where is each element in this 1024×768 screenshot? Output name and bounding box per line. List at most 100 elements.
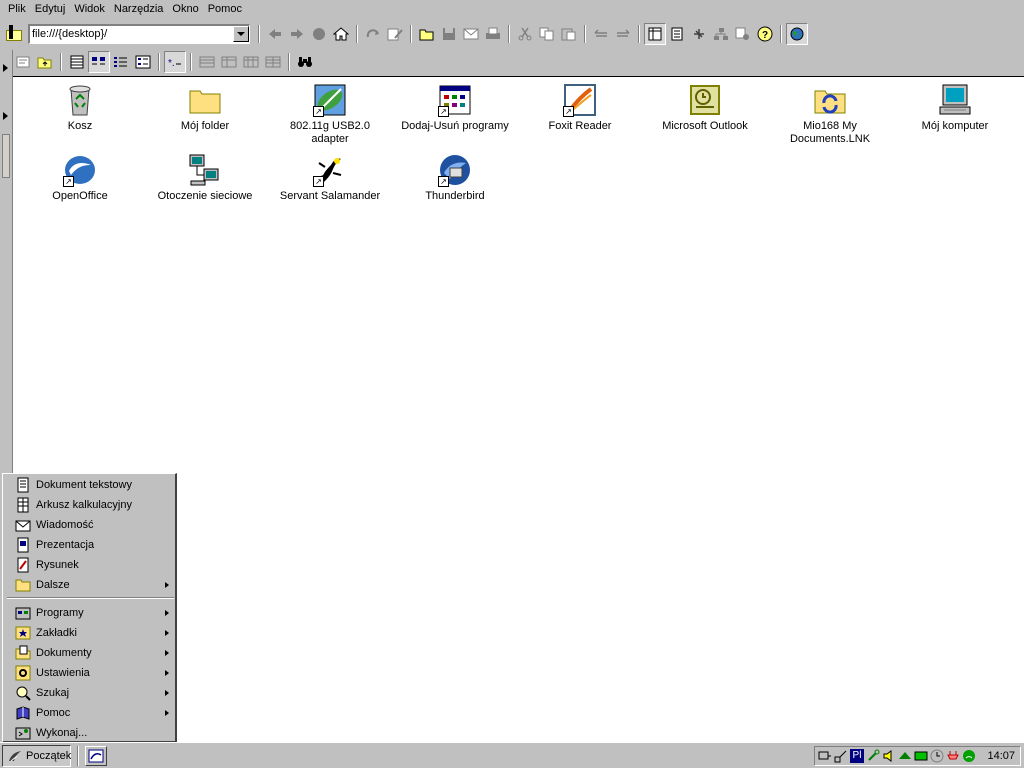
desktop-icon-foxit-reader[interactable]: ↗ Foxit Reader	[525, 79, 635, 133]
edit-button[interactable]	[384, 23, 406, 45]
start-menu-spreadsheet[interactable]: Arkusz kalkulacyjny	[15, 495, 175, 515]
menu-help[interactable]: Pomoc	[204, 1, 246, 18]
expand-arrow-icon[interactable]	[3, 112, 8, 120]
undo-button[interactable]	[590, 23, 612, 45]
network-tray-icon[interactable]	[818, 749, 832, 763]
plug-tray-icon[interactable]	[946, 749, 960, 763]
details-view-button[interactable]	[66, 51, 88, 73]
volume-tray-icon[interactable]	[882, 749, 896, 763]
start-menu-bookmarks[interactable]: Zakładki	[15, 623, 175, 643]
desktop-icon-my-folder[interactable]: Mój folder	[150, 79, 260, 133]
columns-button-2[interactable]	[218, 51, 240, 73]
list-view-button[interactable]	[110, 51, 132, 73]
quick-launch-button[interactable]	[85, 746, 107, 766]
forward-button[interactable]	[286, 23, 308, 45]
up-folder-button[interactable]	[34, 51, 56, 73]
start-menu-settings[interactable]: Ustawienia	[15, 663, 175, 683]
desktop-icon-openoffice[interactable]: ↗ OpenOffice	[25, 149, 135, 203]
connection-tray-icon[interactable]	[834, 749, 848, 763]
toolbar-separator	[60, 52, 62, 71]
back-button[interactable]	[264, 23, 286, 45]
menu-item-label: Dokument tekstowy	[36, 479, 132, 491]
clock-tray-icon[interactable]	[930, 749, 944, 763]
cols2-icon	[221, 56, 237, 67]
start-menu-text-document[interactable]: Dokument tekstowy	[15, 475, 175, 495]
save-button[interactable]	[438, 23, 460, 45]
home-button[interactable]	[330, 23, 352, 45]
columns-button-1[interactable]	[196, 51, 218, 73]
icons-view-button[interactable]	[88, 50, 110, 73]
menu-tools[interactable]: Narzędzia	[110, 1, 168, 18]
menu-view[interactable]: Widok	[70, 1, 109, 18]
columns-button-3[interactable]	[240, 51, 262, 73]
wrench-tray-icon[interactable]	[866, 749, 880, 763]
start-menu-presentation[interactable]: Prezentacja	[15, 535, 175, 555]
toolbar-separator	[356, 24, 358, 43]
desktop-icon-add-remove-programs[interactable]: ↗ Dodaj-Usuń programy	[400, 79, 510, 133]
tree-view-button[interactable]	[132, 51, 154, 73]
toolbar-separator	[780, 24, 782, 43]
battery-tray-icon[interactable]	[914, 749, 928, 763]
start-menu-drawing[interactable]: Rysunek	[15, 555, 175, 575]
start-menu-run[interactable]: Wykonaj...	[15, 723, 175, 743]
start-menu-more[interactable]: Dalsze	[15, 575, 175, 595]
redo-button[interactable]	[612, 23, 634, 45]
tools-button[interactable]	[688, 23, 710, 45]
wireless-tray-icon[interactable]	[962, 749, 976, 763]
copy-button[interactable]	[536, 23, 558, 45]
desktop-icon-mio168-documents[interactable]: Mio168 My Documents.LNK	[775, 79, 885, 146]
columns-button-4[interactable]	[262, 51, 284, 73]
desktop-icon-thunderbird[interactable]: ↗ Thunderbird	[400, 149, 510, 203]
paste-button[interactable]	[558, 23, 580, 45]
stop-button[interactable]	[308, 23, 330, 45]
address-text[interactable]: file:///{desktop}/	[32, 28, 233, 40]
menu-window[interactable]: Okno	[168, 1, 202, 18]
start-menu-programs[interactable]: Programy	[15, 603, 175, 623]
help-button[interactable]: ?	[754, 23, 776, 45]
start-button[interactable]: Początek	[2, 745, 71, 767]
address-dropdown-button[interactable]	[233, 26, 249, 42]
address-field[interactable]: file:///{desktop}/	[28, 23, 250, 44]
properties-button[interactable]	[12, 51, 34, 73]
print-button[interactable]	[482, 23, 504, 45]
icon-label: Otoczenie sieciowe	[157, 190, 253, 202]
panel-tab[interactable]	[2, 134, 10, 178]
desktop-icon-servant-salamander[interactable]: ↗ Servant Salamander	[275, 149, 385, 203]
start-menu-message[interactable]: Wiadomość	[15, 515, 175, 535]
mail-button[interactable]	[460, 23, 482, 45]
start-menu-help[interactable]: Pomoc	[15, 703, 175, 723]
submenu-arrow-icon	[165, 670, 169, 676]
bookmark-button[interactable]	[666, 23, 688, 45]
toolbar-separator	[288, 52, 290, 71]
toolbar-separator	[508, 24, 510, 43]
menu-edit[interactable]: Edytuj	[31, 1, 70, 18]
settings-icon	[735, 27, 749, 40]
desktop-icon-recycle-bin[interactable]: Kosz	[25, 79, 135, 133]
expand-arrow-icon[interactable]	[3, 64, 8, 72]
clock[interactable]: 14:07	[987, 750, 1015, 762]
cols3-icon	[243, 56, 259, 67]
sync-folder-icon	[813, 83, 847, 117]
language-indicator[interactable]: Pl	[850, 749, 864, 763]
start-menu-documents[interactable]: Dokumenty	[15, 643, 175, 663]
desktop-icon-network-neighborhood[interactable]: Otoczenie sieciowe	[150, 149, 260, 203]
desktop-icon-my-computer[interactable]: Mój komputer	[900, 79, 1010, 133]
settings-button[interactable]	[732, 23, 754, 45]
panel-toggle-button[interactable]	[644, 22, 666, 45]
reload-button[interactable]	[362, 23, 384, 45]
desktop-icon-network-adapter[interactable]: ↗ 802.11g USB2.0 adapter	[275, 79, 385, 146]
cut-button[interactable]	[514, 23, 536, 45]
tray-app-icon[interactable]	[898, 749, 912, 763]
menu-item-label: Dalsze	[36, 579, 70, 591]
open-button[interactable]	[416, 23, 438, 45]
desktop-icon-outlook[interactable]: Microsoft Outlook	[650, 79, 760, 133]
menu-file[interactable]: Plik	[4, 1, 30, 18]
find-button[interactable]	[294, 51, 316, 73]
filter-button[interactable]: *.	[164, 50, 186, 73]
cut-icon	[518, 27, 532, 40]
globe-button[interactable]	[786, 22, 808, 45]
hierarchy-button[interactable]	[710, 23, 732, 45]
start-menu-search[interactable]: Szukaj	[15, 683, 175, 703]
bookmark-icon	[671, 27, 683, 40]
details-view-icon	[70, 55, 84, 68]
